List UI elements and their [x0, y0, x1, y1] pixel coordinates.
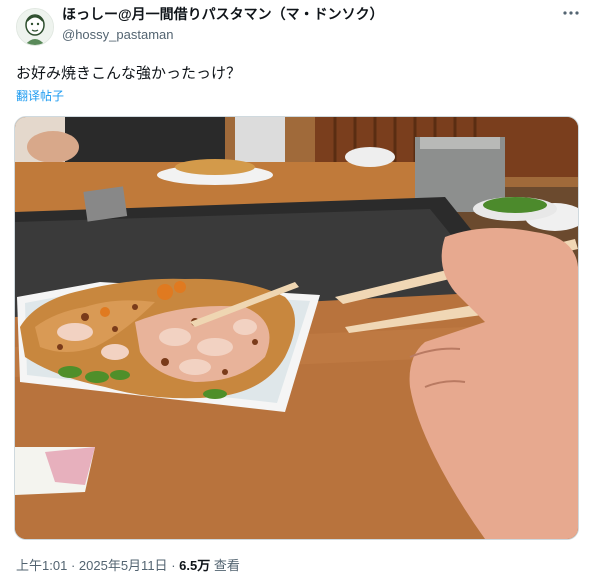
- tweet-photo[interactable]: [14, 116, 579, 540]
- author-handle[interactable]: @hossy_pastaman: [62, 27, 173, 43]
- views-count: 6.5万: [179, 558, 211, 573]
- author-display-name[interactable]: ほっしー@月一間借りパスタマン（マ・ドンソク）: [62, 5, 384, 23]
- views-label: 查看: [213, 558, 240, 573]
- translate-post-link[interactable]: 翻译帖子: [16, 88, 64, 104]
- avatar[interactable]: [16, 8, 54, 46]
- more-options-icon[interactable]: [562, 4, 580, 22]
- tweet-text: お好み焼きこんな強かったっけ？: [16, 65, 242, 82]
- tweet-time[interactable]: 上午1:01: [16, 558, 67, 573]
- separator: ·: [171, 558, 176, 573]
- tweet-meta: 上午1:01 · 2025年5月11日 · 6.5万 查看: [16, 558, 240, 574]
- separator: ·: [70, 558, 76, 573]
- avatar-illustration-icon: [17, 9, 53, 45]
- photo-okonomiyaki-chopsticks: [15, 117, 578, 539]
- tweet-date[interactable]: 2025年5月11日: [79, 558, 168, 573]
